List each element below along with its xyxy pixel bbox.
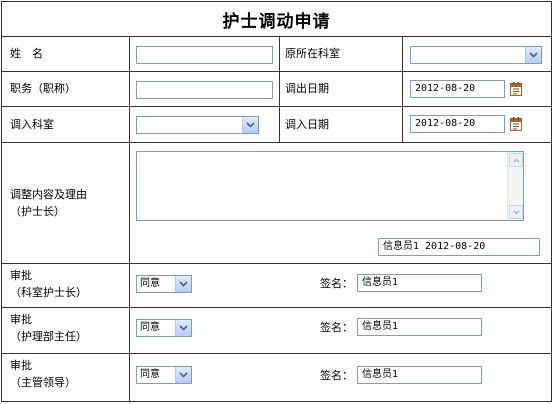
divider [1, 142, 552, 143]
divider [402, 36, 403, 142]
signature-label: 签名： [320, 369, 353, 382]
name-input[interactable] [136, 46, 273, 64]
reason-sublabel: （护士长） [10, 205, 65, 218]
nurse-transfer-form: 护士调动申请 姓 名 原所在科室 职务（职称） 调出日期 2012-08-20 … [0, 0, 554, 404]
approval-decision-value: 同意 [140, 322, 160, 333]
approval-decision-value: 同意 [140, 278, 160, 289]
reason-label: 调整内容及理由 [10, 188, 87, 201]
in-date-label: 调入日期 [285, 118, 329, 131]
chevron-down-icon[interactable] [242, 117, 258, 133]
signature-input[interactable]: 信息员1 [357, 318, 482, 336]
chevron-down-icon[interactable] [509, 205, 523, 219]
reason-signature-field[interactable]: 信息员1 2012-08-20 [378, 238, 540, 256]
position-label: 职务（职称） [10, 82, 76, 95]
approval-role: （科室护士长） [10, 286, 87, 299]
approval-decision-select[interactable]: 同意 [136, 275, 192, 293]
reason-textarea[interactable] [136, 151, 524, 221]
in-dept-label: 调入科室 [10, 118, 54, 131]
signature-input[interactable]: 信息员1 [357, 366, 482, 384]
calendar-icon[interactable] [510, 82, 522, 96]
approval-label: 审批 [10, 313, 32, 326]
divider [1, 307, 552, 308]
in-dept-select[interactable] [136, 116, 259, 134]
position-input[interactable] [136, 81, 273, 99]
form-title: 护士调动申请 [222, 11, 331, 32]
divider [1, 71, 552, 72]
out-date-label: 调出日期 [285, 82, 329, 95]
signature-input[interactable]: 信息员1 [357, 274, 482, 292]
signature-label: 签名： [320, 277, 353, 290]
origin-dept-label: 原所在科室 [285, 47, 340, 60]
scrollbar[interactable] [507, 152, 523, 220]
chevron-down-icon[interactable] [175, 276, 191, 292]
divider [1, 106, 552, 107]
chevron-up-icon[interactable] [509, 153, 523, 167]
approval-decision-select[interactable]: 同意 [136, 319, 192, 337]
divider [129, 36, 130, 402]
approval-label: 审批 [10, 359, 32, 372]
divider [1, 36, 552, 37]
divider [279, 36, 280, 142]
approval-decision-value: 同意 [140, 369, 160, 380]
approval-role: （主管领导） [10, 376, 76, 389]
approval-label: 审批 [10, 269, 32, 282]
approval-decision-select[interactable]: 同意 [136, 366, 192, 384]
calendar-icon[interactable] [510, 117, 522, 131]
out-date-input[interactable]: 2012-08-20 [410, 80, 505, 98]
chevron-down-icon[interactable] [175, 367, 191, 383]
divider [1, 353, 552, 354]
divider [1, 263, 552, 264]
name-label: 姓 名 [10, 47, 43, 60]
approval-role: （护理部主任） [10, 330, 87, 343]
origin-dept-select[interactable] [410, 46, 542, 64]
chevron-down-icon[interactable] [175, 320, 191, 336]
chevron-down-icon[interactable] [525, 47, 541, 63]
signature-label: 签名： [320, 321, 353, 334]
in-date-input[interactable]: 2012-08-20 [410, 115, 505, 133]
